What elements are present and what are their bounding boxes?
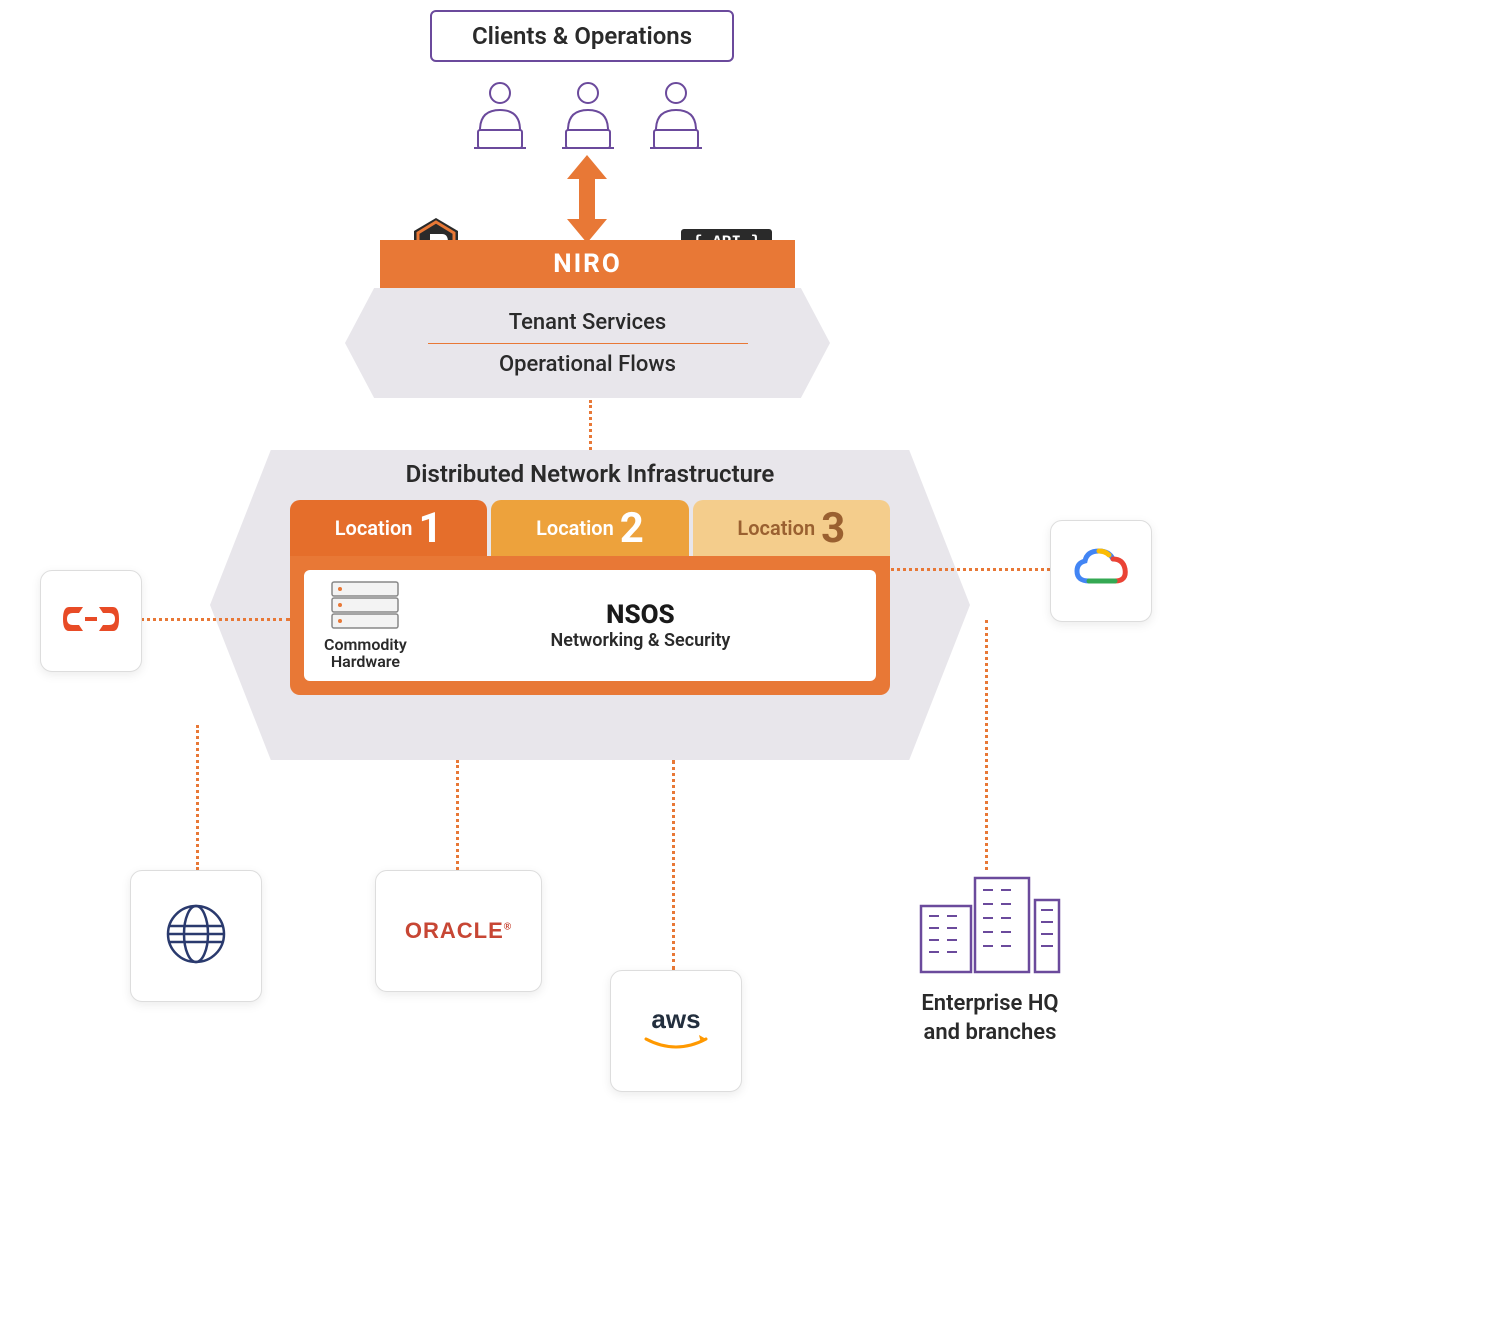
location-tabs: Location 1 Location 2 Location 3 bbox=[290, 500, 890, 556]
alibaba-cloud-icon bbox=[63, 599, 119, 643]
dotted-connector bbox=[140, 618, 290, 621]
location-tab-3: Location 3 bbox=[693, 500, 890, 556]
enterprise-label-2: and branches bbox=[915, 1019, 1065, 1048]
dotted-connector bbox=[589, 400, 592, 455]
location-tab-num: 1 bbox=[418, 504, 442, 553]
dotted-connector bbox=[885, 568, 1050, 571]
nsos-title: NSOS bbox=[425, 600, 856, 630]
dotted-connector bbox=[985, 620, 988, 870]
location-tab-2: Location 2 bbox=[491, 500, 688, 556]
location-tab-num: 2 bbox=[620, 504, 644, 553]
dotted-connector bbox=[196, 725, 199, 870]
commodity-hardware-block: Commodity Hardware bbox=[324, 580, 407, 671]
location-tab-1: Location 1 bbox=[290, 500, 487, 556]
niro-label: NIRO bbox=[553, 249, 622, 279]
divider-line bbox=[428, 343, 748, 344]
enterprise-label-1: Enterprise HQ bbox=[915, 990, 1065, 1019]
nsos-container: Commodity Hardware NSOS Networking & Sec… bbox=[290, 556, 890, 695]
clients-operations-box: Clients & Operations bbox=[430, 10, 734, 62]
hardware-label-1: Commodity bbox=[324, 636, 407, 654]
distributed-infra-block: Distributed Network Infrastructure Locat… bbox=[210, 450, 970, 760]
dotted-connector bbox=[456, 760, 459, 870]
location-tab-label: Location bbox=[737, 516, 815, 540]
person-laptop-icon bbox=[636, 75, 716, 155]
oracle-text: ORACLE bbox=[405, 918, 504, 943]
aws-logo: aws bbox=[641, 1004, 711, 1059]
operational-flows-label: Operational Flows bbox=[499, 352, 676, 377]
globe-card bbox=[130, 870, 262, 1002]
tenant-services-label: Tenant Services bbox=[509, 310, 667, 335]
location-tab-label: Location bbox=[335, 516, 413, 540]
dotted-connector bbox=[672, 760, 675, 970]
aws-card: aws bbox=[610, 970, 742, 1092]
alibaba-cloud-card bbox=[40, 570, 142, 672]
services-block: Tenant Services Operational Flows bbox=[345, 288, 830, 398]
bidirectional-arrow-icon bbox=[557, 155, 617, 247]
people-row bbox=[460, 75, 716, 155]
dni-title: Distributed Network Infrastructure bbox=[210, 460, 970, 488]
buildings-icon bbox=[915, 965, 1065, 984]
globe-icon bbox=[161, 899, 231, 973]
person-laptop-icon bbox=[548, 75, 628, 155]
google-cloud-card bbox=[1050, 520, 1152, 622]
location-tab-label: Location bbox=[536, 516, 614, 540]
clients-operations-label: Clients & Operations bbox=[472, 22, 692, 50]
hardware-label-2: Hardware bbox=[331, 653, 400, 671]
oracle-card: ORACLE® bbox=[375, 870, 542, 992]
nsos-inner: Commodity Hardware NSOS Networking & Sec… bbox=[304, 570, 876, 681]
location-tab-num: 3 bbox=[821, 504, 845, 553]
nsos-text: NSOS Networking & Security bbox=[425, 600, 856, 651]
google-cloud-icon bbox=[1071, 545, 1131, 597]
enterprise-block: Enterprise HQ and branches bbox=[915, 870, 1065, 1047]
oracle-logo: ORACLE® bbox=[405, 918, 512, 944]
aws-text: aws bbox=[641, 1004, 711, 1035]
niro-bar: NIRO bbox=[380, 240, 795, 288]
server-stack-icon bbox=[330, 580, 400, 636]
person-laptop-icon bbox=[460, 75, 540, 155]
nsos-subtitle: Networking & Security bbox=[425, 630, 856, 651]
enterprise-label: Enterprise HQ and branches bbox=[915, 990, 1065, 1047]
